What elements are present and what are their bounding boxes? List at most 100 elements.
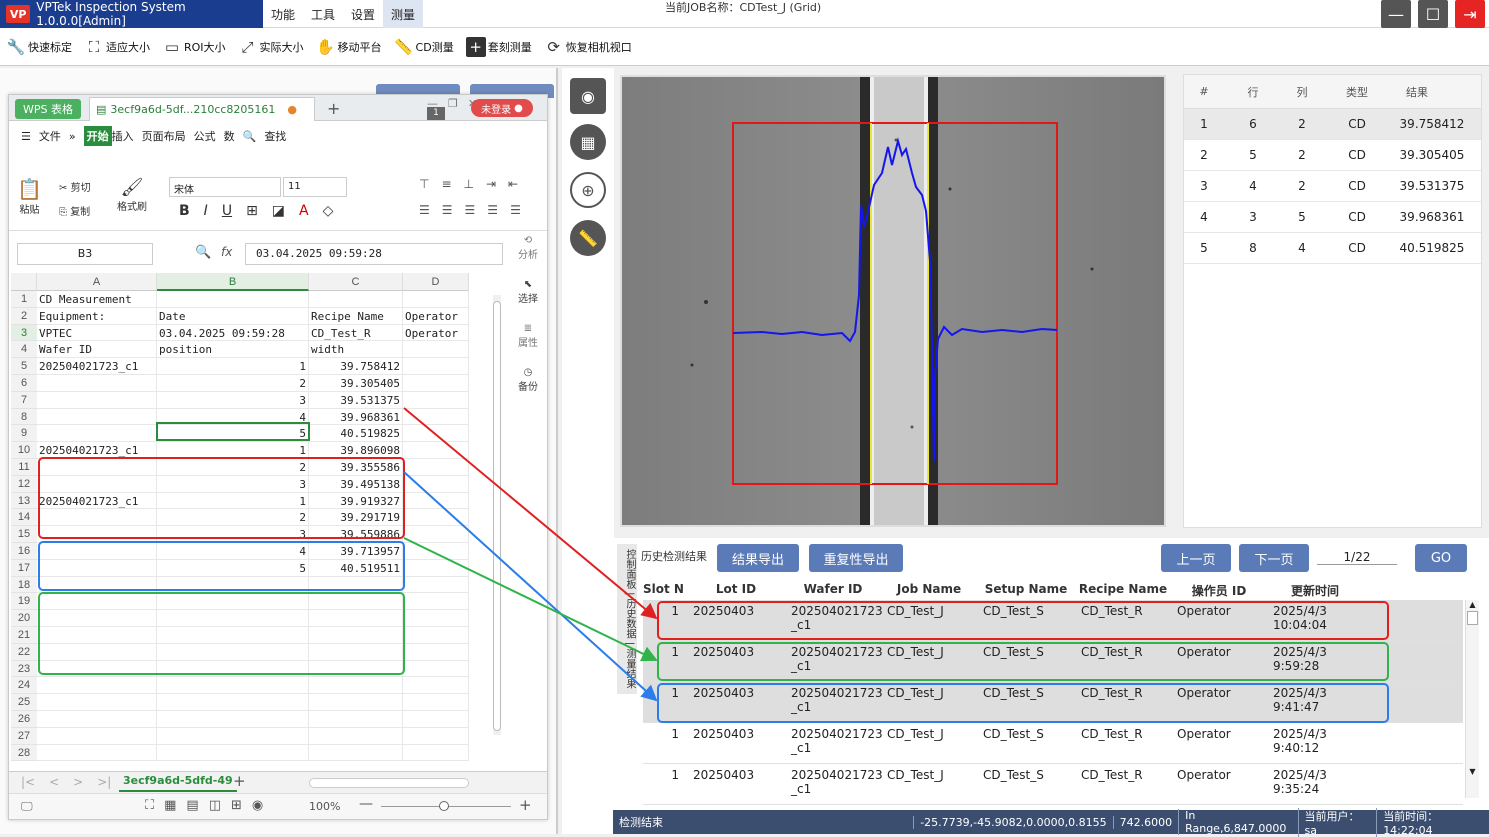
tab-data[interactable]: 数 — [224, 128, 235, 144]
login-button[interactable]: 未登录 ● — [471, 99, 533, 117]
menu-settings[interactable]: 设置 — [343, 0, 383, 28]
tab-start[interactable]: 开始 — [83, 126, 112, 146]
scroll-thumb[interactable] — [1467, 611, 1478, 625]
menu-function[interactable]: 功能 — [263, 0, 303, 28]
next-sheet-icon[interactable]: > — [73, 775, 83, 789]
restore-camera-button[interactable]: ⟳ 恢复相机视口 — [544, 37, 631, 57]
align-right-icon[interactable]: ☰ — [465, 203, 476, 217]
prev-page-button[interactable]: 上一页 — [1161, 544, 1231, 572]
backup-button[interactable]: ◷ 备份 — [509, 367, 547, 393]
add-sheet-icon[interactable]: + — [233, 772, 246, 790]
v-scroll-thumb[interactable] — [493, 301, 501, 731]
property-button[interactable]: ≣ 属性 — [509, 323, 547, 349]
search-icon[interactable]: 🔍 — [243, 130, 257, 143]
font-size-select[interactable]: 11 — [283, 177, 347, 197]
tab-control-panel[interactable]: 控制面板 — [624, 549, 635, 589]
tab-insert[interactable]: 插入 — [112, 128, 134, 144]
ruler-tool-icon[interactable]: 📏 — [570, 220, 606, 256]
align-bottom-icon[interactable]: ⊥ — [464, 177, 474, 191]
prev-sheet-icon[interactable]: < — [49, 775, 59, 789]
roi-size-button[interactable]: ▭ ROI大小 — [162, 37, 226, 57]
scroll-down-icon[interactable]: ▼ — [1466, 767, 1479, 776]
history-row[interactable]: 1 20250403 202504021723 _c1 CD_Test_J CD_Tes… — [643, 764, 1463, 805]
move-platform-button[interactable]: ✋ 移动平台 — [316, 37, 381, 57]
zoom-in-icon[interactable]: + — [519, 796, 532, 814]
cut-button[interactable]: ✂ 剪切 — [59, 179, 91, 194]
formula-input[interactable]: 03.04.2025 09:59:28 — [245, 243, 503, 265]
underline-icon[interactable]: U — [222, 203, 232, 219]
history-col-header[interactable]: Lot ID — [687, 578, 785, 600]
tab-layout[interactable]: 页面布局 — [142, 128, 186, 144]
eye-icon[interactable]: ◉ — [252, 798, 263, 813]
result-row[interactable]: 3 4 2 CD 39.531375 — [1184, 171, 1481, 202]
format-painter-button[interactable]: 🖌 格式刷 — [117, 177, 147, 213]
history-row[interactable]: 1 20250403 202504021723 _c1 CD_Test_J CD_Tes… — [643, 641, 1463, 682]
align-left-icon[interactable]: ☰ — [419, 203, 430, 217]
history-row[interactable]: 1 20250403 202504021723 _c1 CD_Test_J CD_Tes… — [643, 723, 1463, 764]
menu-measure[interactable]: 测量 — [383, 0, 424, 28]
zoom-out-icon[interactable]: — — [359, 796, 373, 812]
align-middle-icon[interactable]: ≡ — [441, 177, 451, 191]
result-row[interactable]: 1 6 2 CD 39.758412 — [1184, 109, 1481, 140]
sheet-tab[interactable]: 3ecf9a6d-5dfd-49 — [119, 774, 237, 792]
file-menu[interactable]: 文件 — [39, 128, 61, 144]
italic-icon[interactable]: I — [204, 203, 208, 219]
tab-measure-result[interactable]: 测量结果 — [624, 649, 635, 689]
history-col-header[interactable]: 操作员 ID — [1171, 578, 1267, 600]
display-icon[interactable]: 🖵 — [21, 799, 33, 814]
bold-icon[interactable]: B — [179, 203, 190, 219]
globe-target-icon[interactable]: ⊕ — [570, 172, 606, 208]
overlay-measure-button[interactable]: + 套刻测量 — [465, 36, 532, 57]
justify-icon[interactable]: ☰ — [487, 203, 498, 217]
normal-view-icon[interactable]: ▦ — [164, 798, 176, 813]
result-row[interactable]: 2 5 2 CD 39.305405 — [1184, 140, 1481, 171]
next-page-button[interactable]: 下一页 — [1239, 544, 1309, 572]
minimize-icon[interactable]: — — [1381, 0, 1411, 28]
page-input[interactable]: 1/22 — [1317, 550, 1397, 565]
exit-icon[interactable]: ⇥ — [1455, 0, 1485, 28]
font-name-select[interactable]: 宋体 — [169, 177, 281, 197]
camera-image-view[interactable] — [620, 75, 1166, 527]
paste-button[interactable]: 📋 粘贴 — [17, 177, 42, 216]
clear-icon[interactable]: ◇ — [323, 203, 334, 219]
v-scrollbar[interactable] — [493, 295, 501, 735]
copy-button[interactable]: ⎘ 复制 — [59, 203, 90, 218]
first-sheet-icon[interactable]: |< — [21, 775, 35, 789]
more-menu[interactable]: » — [69, 130, 76, 143]
outdent-icon[interactable]: ⇤ — [508, 177, 518, 191]
history-col-header[interactable]: Setup Name — [977, 578, 1075, 600]
history-row[interactable]: 1 20250403 202504021723 _c1 CD_Test_J CD_Tes… — [643, 600, 1463, 641]
select-button[interactable]: ⬉ 选择 — [509, 279, 547, 305]
export-result-button[interactable]: 结果导出 — [717, 544, 799, 572]
history-col-header[interactable]: 更新时间 — [1267, 578, 1363, 600]
doc-tab[interactable]: ▤ 3ecf9a6d-5df...210cc8205161 ● — [89, 97, 315, 121]
camera-icon[interactable]: ◉ — [570, 78, 606, 114]
restore-icon[interactable]: ❐ — [448, 97, 458, 110]
fill-icon[interactable]: ◪ — [272, 203, 285, 219]
border-icon[interactable]: ⊞ — [246, 203, 258, 219]
cd-measure-button[interactable]: 📏 CD测量 — [394, 37, 454, 57]
fit-size-button[interactable]: ⛶ 适应大小 — [84, 37, 150, 57]
actual-size-button[interactable]: ⤢ 实际大小 — [238, 37, 304, 57]
scroll-up-icon[interactable]: ▲ — [1466, 600, 1479, 609]
globe-grid-icon[interactable]: ▦ — [570, 124, 606, 160]
align-center-icon[interactable]: ☰ — [442, 203, 453, 217]
h-scrollbar[interactable] — [309, 778, 469, 788]
menu-tools[interactable]: 工具 — [303, 0, 343, 28]
history-scrollbar[interactable]: ▲ ▼ — [1465, 600, 1479, 798]
menu-icon[interactable]: ☰ — [21, 130, 31, 143]
wps-badge[interactable]: WPS 表格 — [15, 99, 81, 119]
align-top-icon[interactable]: ⊤ — [419, 177, 429, 191]
result-row[interactable]: 4 3 5 CD 39.968361 — [1184, 202, 1481, 233]
distribute-icon[interactable]: ☰ — [510, 203, 521, 217]
quick-calibrate-button[interactable]: 🔧 快速标定 — [6, 37, 72, 57]
history-col-header[interactable]: Job Name — [881, 578, 977, 600]
fullscreen-icon[interactable]: ⛶ — [145, 798, 154, 813]
tab-formula[interactable]: 公式 — [194, 128, 216, 144]
analyze-button[interactable]: ⟲ 分析 — [509, 235, 547, 261]
zoom-level[interactable]: 100% — [309, 800, 340, 813]
zoom-icon[interactable]: 🔍 — [195, 245, 211, 260]
export-repeatability-button[interactable]: 重复性导出 — [809, 544, 903, 572]
history-col-header[interactable]: Slot N — [643, 578, 687, 600]
tab-history-data[interactable]: 历史数据 — [624, 599, 635, 639]
